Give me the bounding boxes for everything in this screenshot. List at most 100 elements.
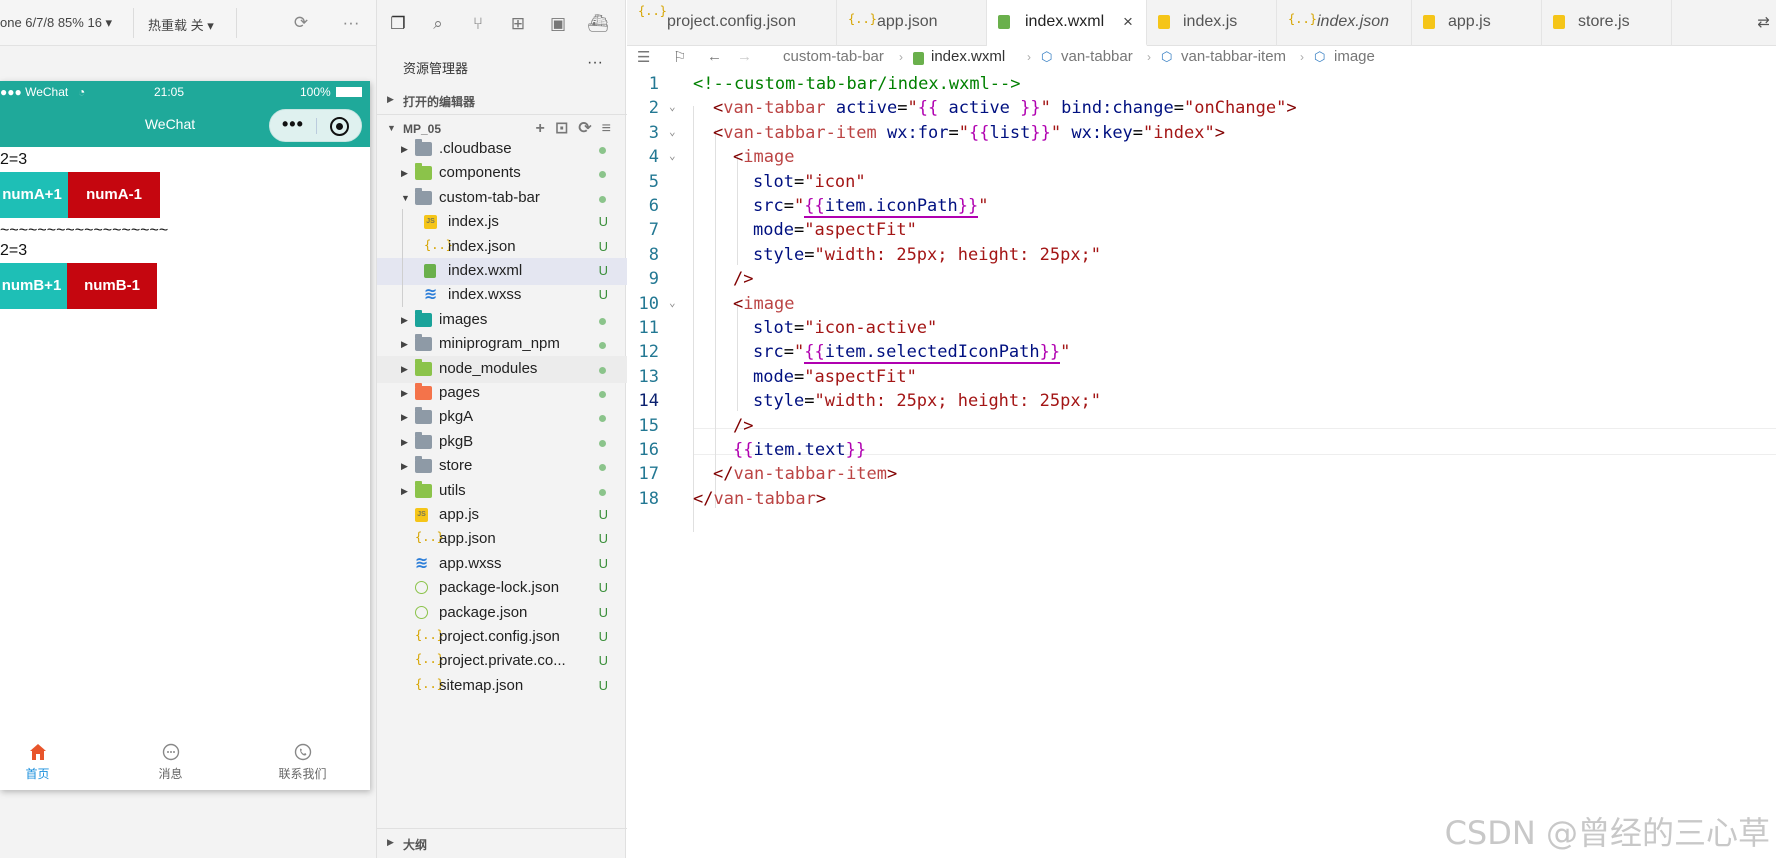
code-editor[interactable]: 1 2 ⌄ 3 ⌄ 4 ⌄ 5 6 7 8 9 10 ⌄ 11 12 13 14 15 16 17 18 <!--cust… [627, 70, 1776, 858]
breadcrumb-item[interactable]: van-tabbar-item [1181, 48, 1286, 65]
code-line: /> [733, 415, 754, 436]
tab-label: index.wxml [1025, 13, 1105, 30]
file-tree-item[interactable]: ≋ app.wxss U [377, 551, 627, 578]
fold-chevron-icon[interactable]: ⌄ [669, 149, 676, 162]
chevron-right-icon: ▶ [401, 339, 408, 350]
file-name: .cloudbase [439, 140, 512, 157]
fold-chevron-icon[interactable]: ⌄ [669, 125, 676, 138]
file-tree-item[interactable]: {..} project.config.json U [377, 624, 627, 651]
capsule-menu[interactable]: ••• [269, 109, 362, 142]
tab-message[interactable]: 消息 [109, 731, 232, 790]
file-tree-item[interactable]: JS app.js U [377, 502, 627, 529]
line-number: 1 [648, 74, 659, 94]
file-tree-item[interactable]: index.wxml U [377, 258, 627, 285]
hot-reload-select[interactable]: 热重载 关 ▾ [148, 15, 214, 34]
file-tree-item[interactable]: ▶ images [377, 307, 627, 334]
file-tree-item[interactable]: ▶ .cloudbase [377, 136, 627, 163]
fold-chevron-icon[interactable]: ⌄ [669, 100, 676, 113]
file-tree-item[interactable]: ▶ utils [377, 478, 627, 505]
file-tree-item[interactable]: ▶ pkgA [377, 404, 627, 431]
tab-index-js[interactable]: index.js [1147, 0, 1277, 46]
bookmark-icon[interactable]: ⚐ [673, 48, 686, 66]
json-icon: {..} [848, 12, 877, 26]
git-status-dot [599, 147, 606, 154]
file-tree-item[interactable]: ▶ components [377, 160, 627, 187]
fold-chevron-icon[interactable]: ⌄ [669, 296, 676, 309]
line-number: 2 [648, 98, 659, 119]
refresh-icon[interactable]: ⟳ [290, 12, 312, 34]
num-a-plus-button[interactable]: numA+1 [0, 172, 68, 218]
tab-home[interactable]: 首页 [0, 731, 99, 790]
folder-icon [415, 383, 432, 400]
forward-icon[interactable]: → [737, 48, 752, 65]
git-status-badge: U [598, 580, 608, 596]
code-line: slot="icon" [753, 171, 866, 192]
search-icon[interactable]: ⌕ [427, 13, 449, 35]
file-tree-item[interactable]: ▶ pkgB [377, 429, 627, 456]
chevron-right-icon: › [1300, 50, 1304, 64]
tab-label: project.config.json [667, 13, 796, 30]
file-tree-item[interactable]: ▶ store [377, 453, 627, 480]
num-b-minus-button[interactable]: numB-1 [67, 263, 157, 309]
line-number: 15 [638, 415, 659, 436]
back-icon[interactable]: ← [707, 48, 722, 65]
num-a-minus-button[interactable]: numA-1 [68, 172, 160, 218]
tab-index-wxml[interactable]: index.wxml × [987, 0, 1147, 46]
file-tree-item[interactable]: {..} sitemap.json U [377, 673, 627, 700]
list-icon[interactable]: ☰ [637, 48, 650, 66]
code-line: <image [733, 293, 795, 314]
chevron-right-icon: ▶ [401, 388, 408, 398]
docker-icon[interactable]: ⛴ [587, 13, 609, 35]
file-tree-item[interactable]: package.json U [377, 600, 627, 627]
line-number: 9 [648, 269, 659, 290]
file-tree-item[interactable]: ▶ node_modules [377, 355, 627, 383]
breadcrumb-item[interactable]: index.wxml [931, 48, 1005, 65]
file-tree-item[interactable]: ▶ pages [377, 380, 627, 407]
more-icon[interactable]: ··· [340, 12, 362, 34]
tab-contact[interactable]: 联系我们 [241, 731, 364, 790]
close-target-icon[interactable] [330, 117, 349, 136]
device-select[interactable]: one 6/7/8 85% 16 ▾ [0, 15, 112, 31]
file-tree-item[interactable]: package-lock.json U [377, 575, 627, 602]
num-b-plus-button[interactable]: numB+1 [0, 263, 67, 309]
code-line: style="width: 25px; height: 25px;" [753, 391, 1102, 412]
folder-icon [415, 480, 432, 498]
tab-label: store.js [1578, 13, 1630, 30]
git-status-badge: U [598, 214, 608, 230]
menu-dots-icon[interactable]: ••• [282, 114, 304, 135]
extensions-icon[interactable]: ⊞ [507, 13, 529, 35]
file-tree-item[interactable]: ▶ miniprogram_npm [377, 331, 627, 358]
files-icon[interactable]: ❐ [387, 13, 409, 35]
tab-store-js[interactable]: store.js [1542, 0, 1672, 46]
file-tree-item[interactable]: {..} index.json U [377, 234, 627, 261]
file-tree-item[interactable]: {..} app.json U [377, 526, 627, 553]
tab-index-json[interactable]: {..} index.json [1277, 0, 1412, 46]
code-line: style="width: 25px; height: 25px;" [753, 244, 1102, 265]
breadcrumb-item[interactable]: van-tabbar [1061, 48, 1133, 65]
debug-icon[interactable]: ▣ [547, 13, 569, 35]
file-tree-item[interactable]: ▼ custom-tab-bar [377, 185, 627, 212]
outline-section[interactable]: ▶ 大纲 [377, 828, 627, 856]
tab-bar: 首页 消息 联系我们 [0, 731, 370, 790]
tab-project-config-json[interactable]: {..} project.config.json [627, 0, 837, 46]
file-tree-item[interactable]: ≋ index.wxss U [377, 282, 627, 309]
close-icon[interactable]: × [1123, 12, 1133, 32]
num-a-text: 2=3 [0, 151, 28, 168]
breadcrumb-item[interactable]: custom-tab-bar [783, 48, 884, 65]
tab-app-js[interactable]: app.js [1412, 0, 1542, 46]
open-editors-section[interactable]: ▶ 打开的编辑器 [377, 86, 627, 114]
source-control-icon[interactable]: ⑂ [467, 13, 489, 35]
file-tree-item[interactable]: {..} project.private.co... U [377, 648, 627, 675]
folder-icon [415, 309, 432, 327]
folder-icon [415, 139, 432, 156]
explorer-more-icon[interactable]: ··· [587, 54, 603, 72]
project-actions[interactable]: +⊡⟳≡ [536, 118, 622, 138]
code-line: slot="icon-active" [753, 318, 938, 338]
file-tree-item[interactable]: JS index.js U [377, 209, 627, 236]
tab-app-json[interactable]: {..} app.json [837, 0, 987, 46]
git-status-badge: U [598, 531, 608, 547]
breadcrumb-item[interactable]: image [1334, 48, 1375, 65]
code-line: {{item.text}} [733, 440, 867, 460]
file-name: package-lock.json [439, 579, 560, 597]
split-editor-icon[interactable]: ⇄ [1757, 13, 1770, 31]
